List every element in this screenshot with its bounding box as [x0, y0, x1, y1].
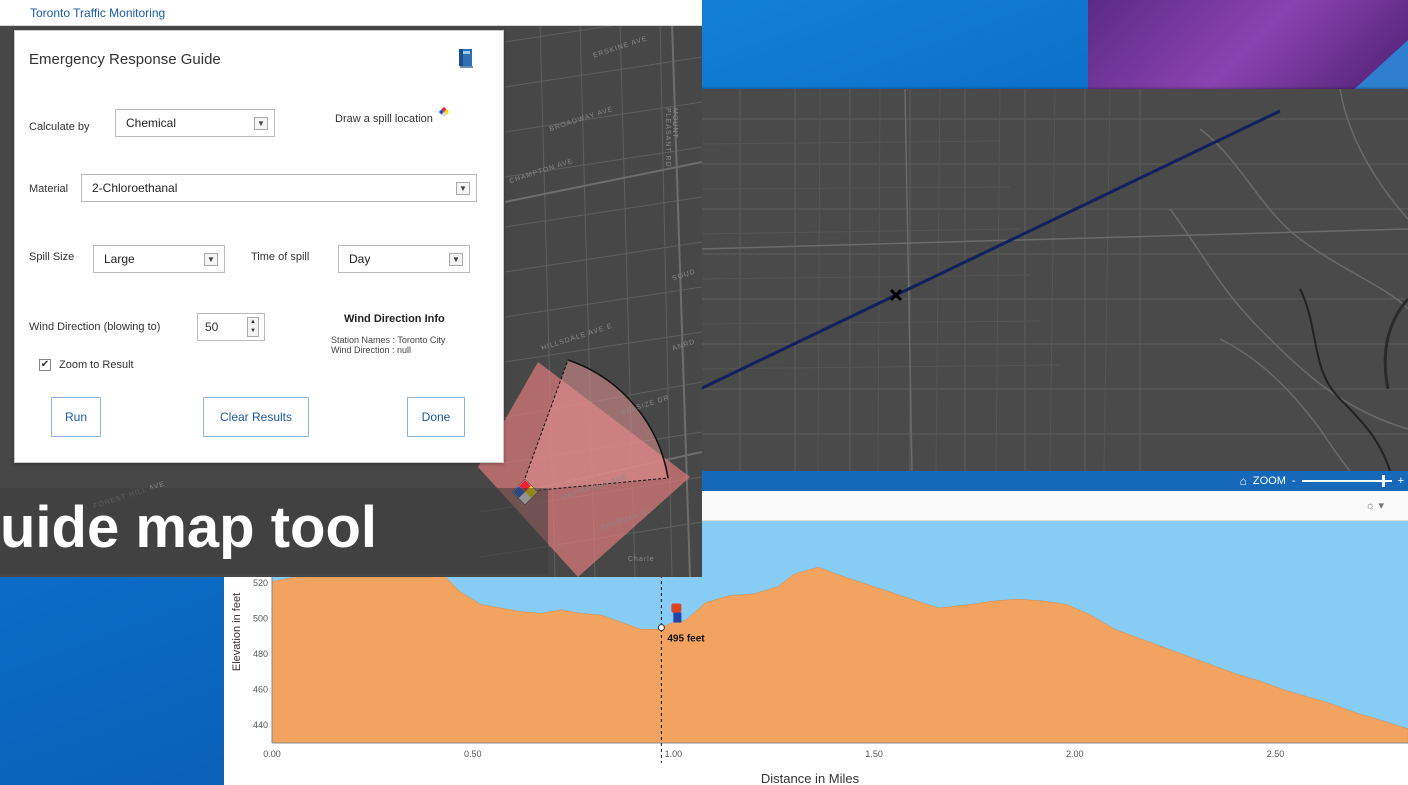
- zoom-out-button[interactable]: -: [1292, 475, 1296, 487]
- app-title: Toronto Traffic Monitoring: [30, 6, 166, 20]
- stepper-arrows-icon[interactable]: ▲ ▼: [247, 317, 259, 337]
- wind-direction-value: 50: [205, 320, 219, 334]
- material-select[interactable]: 2-Chloroethanal ▼: [81, 174, 477, 202]
- zoom-label: ZOOM: [1252, 475, 1286, 487]
- hazard-diamond-icon[interactable]: [438, 106, 450, 118]
- y-tick-label: 500: [253, 614, 268, 624]
- gear-icon[interactable]: ☼ ▾: [1365, 499, 1384, 512]
- wind-info-title: Wind Direction Info: [344, 313, 445, 325]
- run-button[interactable]: Run: [51, 397, 101, 437]
- zoom-to-result-label: Zoom to Result: [59, 359, 134, 371]
- zoom-to-result-checkbox[interactable]: ✔: [39, 359, 51, 371]
- emergency-response-dialog: Emergency Response Guide Calculate by Ch…: [14, 30, 504, 463]
- wind-info-station: Station Names : Toronto City: [331, 335, 446, 345]
- slide-title: uide map tool: [0, 495, 377, 560]
- home-icon[interactable]: ⌂: [1240, 474, 1247, 488]
- x-tick-label: 0.50: [464, 749, 482, 759]
- done-button[interactable]: Done: [407, 397, 465, 437]
- spill-size-value: Large: [104, 252, 135, 266]
- app-title-bar: Toronto Traffic Monitoring: [0, 0, 702, 26]
- dialog-title: Emergency Response Guide: [29, 51, 221, 68]
- zoom-slider-thumb[interactable]: [1381, 475, 1385, 487]
- time-of-spill-label: Time of spill: [251, 251, 310, 263]
- book-icon[interactable]: [457, 48, 475, 68]
- street-label: MOUNT PLEASANT RD: [664, 108, 678, 168]
- map-zoom-bar: ⌂ ZOOM - +: [700, 471, 1408, 491]
- chevron-down-icon[interactable]: ▼: [456, 182, 470, 195]
- spill-size-label: Spill Size: [29, 251, 75, 263]
- wind-direction-label: Wind Direction (blowing to): [29, 321, 161, 333]
- y-tick-label: 440: [253, 720, 268, 730]
- time-of-spill-select[interactable]: Day ▼: [338, 245, 470, 273]
- wind-info-direction: Wind Direction : null: [331, 345, 412, 355]
- background-graphic: [1088, 0, 1408, 95]
- marker-figure-icon: [671, 603, 682, 613]
- y-tick-label: 480: [253, 649, 268, 659]
- chevron-down-icon[interactable]: ▼: [204, 253, 218, 266]
- chevron-down-icon[interactable]: ▼: [254, 117, 268, 130]
- x-axis-title: Distance in Miles: [761, 771, 860, 785]
- material-label: Material: [29, 183, 69, 195]
- zoom-slider[interactable]: [1301, 475, 1392, 487]
- zoom-in-button[interactable]: +: [1398, 475, 1404, 487]
- x-tick-label: 1.00: [665, 749, 683, 759]
- chevron-down-icon[interactable]: ▼: [449, 253, 463, 266]
- x-tick-label: 2.50: [1267, 749, 1285, 759]
- x-tick-label: 1.50: [865, 749, 883, 759]
- y-axis-title: Elevation in feet: [231, 593, 243, 671]
- spill-size-select[interactable]: Large ▼: [93, 245, 225, 273]
- calculate-by-value: Chemical: [126, 116, 177, 130]
- time-of-spill-value: Day: [349, 252, 371, 266]
- material-value: 2-Chloroethanal: [92, 181, 178, 195]
- x-tick-label: 0.00: [263, 749, 281, 759]
- clear-results-button[interactable]: Clear Results: [203, 397, 309, 437]
- marker-figure-body: [673, 612, 682, 623]
- calculate-by-select[interactable]: Chemical ▼: [115, 109, 275, 137]
- x-tick-label: 2.00: [1066, 749, 1084, 759]
- draw-spill-location-link[interactable]: Draw a spill location: [335, 106, 450, 125]
- calculate-by-label: Calculate by: [29, 121, 90, 133]
- y-tick-label: 460: [253, 685, 268, 695]
- position-marker-point: [657, 624, 665, 632]
- y-tick-label: 520: [253, 578, 268, 588]
- wind-direction-stepper[interactable]: 50 ▲ ▼: [197, 313, 265, 341]
- marker-label: 495 feet: [667, 634, 705, 645]
- street-label: Charle: [628, 556, 655, 563]
- map-right[interactable]: [700, 89, 1408, 471]
- draw-spill-label: Draw a spill location: [335, 113, 433, 125]
